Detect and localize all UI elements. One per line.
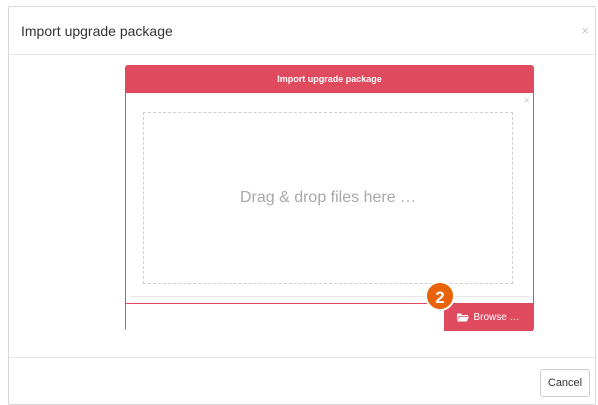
dialog-footer: Cancel <box>9 357 595 404</box>
folder-open-icon <box>457 313 470 322</box>
dialog-close-button[interactable]: × <box>581 23 589 38</box>
dropzone-text: Drag & drop files here … <box>239 189 417 206</box>
file-input-group: Browse … <box>126 303 533 331</box>
dialog-title: Import upgrade package <box>21 23 173 39</box>
upload-close-button[interactable]: × <box>524 95 530 107</box>
browse-button[interactable]: Browse … <box>444 303 533 331</box>
upload-panel: Import upgrade package × Drag & drop fil… <box>125 65 534 331</box>
divider <box>130 296 529 297</box>
file-dropzone[interactable]: Drag & drop files here … <box>143 112 513 284</box>
dialog-header: Import upgrade package × <box>9 7 595 55</box>
file-name-input[interactable] <box>126 303 444 331</box>
step-number-badge: 2 <box>425 281 455 311</box>
browse-label: Browse … <box>473 311 520 323</box>
cancel-button[interactable]: Cancel <box>540 369 590 397</box>
upload-panel-title: Import upgrade package <box>126 66 533 93</box>
